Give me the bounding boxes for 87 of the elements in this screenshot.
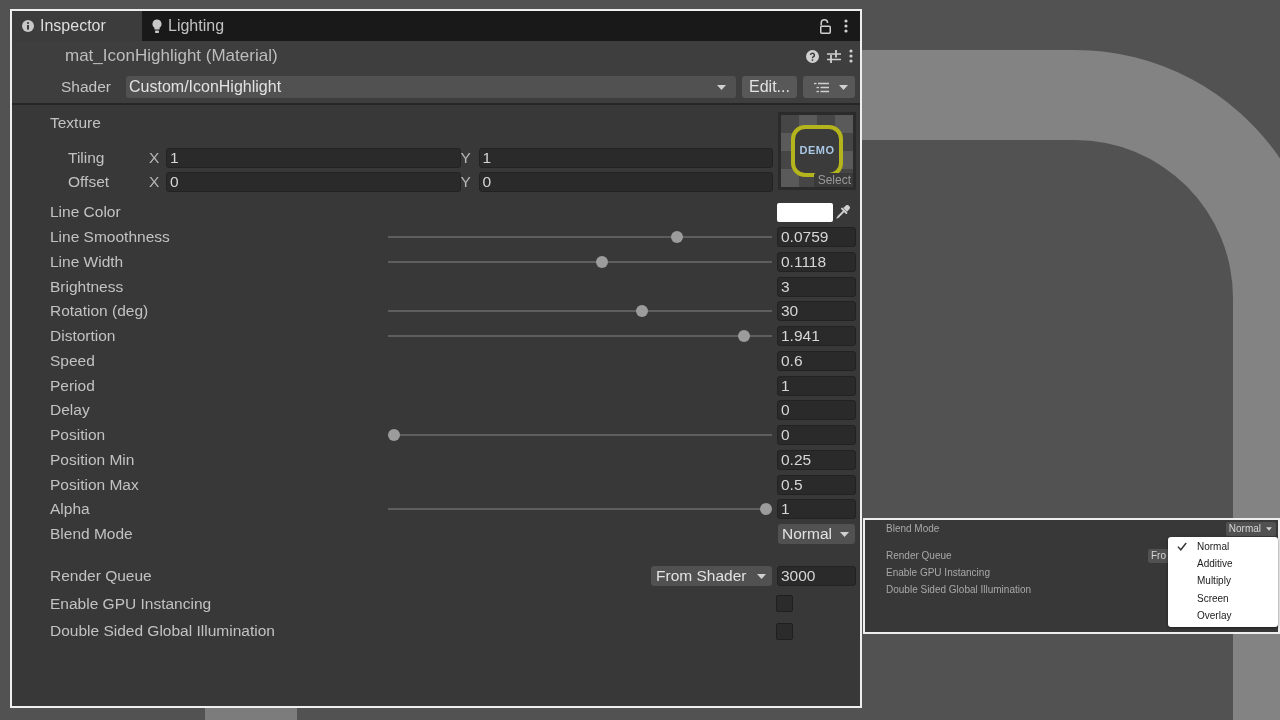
property-label: Line Smoothness <box>50 228 170 247</box>
number-field[interactable]: 0 <box>777 425 856 446</box>
lock-icon[interactable] <box>819 18 831 34</box>
axis-label: Y <box>460 173 471 191</box>
menu-item[interactable]: Overlay <box>1168 607 1278 625</box>
dropdown[interactable]: Fro <box>1148 548 1168 563</box>
more-icon[interactable] <box>849 49 853 63</box>
property-label: Brightness <box>50 277 124 296</box>
number-field[interactable]: 0 <box>166 172 461 192</box>
caret-icon <box>839 84 848 90</box>
checkbox[interactable] <box>776 622 793 640</box>
tab[interactable]: Inspector <box>12 11 142 41</box>
dropdown[interactable]: From Shader <box>651 566 772 586</box>
tab[interactable]: Lighting <box>142 11 272 41</box>
number-field[interactable]: 0.1118 <box>777 251 856 272</box>
slider-thumb[interactable] <box>737 330 750 343</box>
menu-item[interactable]: Multiply <box>1168 572 1278 590</box>
field-label: Shader <box>61 78 112 96</box>
property-label: Position Max <box>50 475 139 494</box>
list-icon <box>814 81 829 93</box>
caret-icon <box>1266 526 1272 531</box>
slider-thumb[interactable] <box>636 305 649 318</box>
menu-item[interactable]: Additive <box>1168 554 1278 573</box>
help-icon[interactable] <box>806 49 819 63</box>
number-field[interactable]: 1.941 <box>777 326 856 347</box>
preview-text: DEMO <box>798 144 836 156</box>
number-field[interactable]: 0 <box>478 172 773 192</box>
property-label: Rotation (deg) <box>50 302 149 321</box>
number-field[interactable]: 3 <box>777 276 856 297</box>
property-label: Double Sided Global Illumination <box>886 584 1032 595</box>
dropdown[interactable]: Normal <box>778 524 855 545</box>
material-title: mat_IconHighlight (Material) <box>65 46 278 66</box>
property-label: Delay <box>50 401 90 420</box>
number-field[interactable]: 3000 <box>777 566 856 586</box>
color-swatch[interactable] <box>777 202 833 222</box>
checkbox[interactable] <box>776 595 793 612</box>
property-label: Enable GPU Instancing <box>50 594 212 613</box>
property-label: Line Color <box>50 203 121 222</box>
number-field[interactable]: 0.6 <box>777 350 856 371</box>
eyedropper-icon[interactable] <box>836 205 850 220</box>
property-label: Speed <box>50 351 95 370</box>
edit-button[interactable]: Edit... <box>742 76 797 98</box>
property-label: Blend Mode <box>886 523 940 534</box>
property-label: Period <box>50 376 95 395</box>
property-label: Double Sided Global Illumination <box>50 622 275 640</box>
property-label: Distortion <box>50 327 116 346</box>
property-label: Enable GPU Instancing <box>886 567 990 578</box>
caret-icon <box>717 84 726 90</box>
number-field[interactable]: 1 <box>166 148 461 168</box>
more-icon[interactable] <box>844 19 848 33</box>
axis-label: Y <box>460 149 471 167</box>
property-label: Position Min <box>50 450 135 469</box>
property-label: Position <box>50 426 106 445</box>
slider-thumb[interactable] <box>670 231 683 244</box>
property-label: Render Queue <box>50 567 152 585</box>
property-label: Offset <box>68 173 110 191</box>
number-field[interactable]: 0.0759 <box>777 227 856 248</box>
property-label: Texture <box>50 113 101 133</box>
slider-thumb[interactable] <box>760 503 772 516</box>
sliders-icon[interactable] <box>827 49 841 63</box>
select-button[interactable]: Select <box>813 173 853 187</box>
number-field[interactable]: 0 <box>777 400 856 421</box>
property-label: Blend Mode <box>50 525 133 544</box>
rounded-square-icon <box>791 125 843 177</box>
slider-thumb[interactable] <box>596 255 609 268</box>
number-field[interactable]: 30 <box>777 301 856 322</box>
shader-dropdown[interactable]: Custom/IconHighlight <box>126 76 736 98</box>
number-field[interactable]: 1 <box>478 148 773 168</box>
caret-icon <box>757 573 766 579</box>
number-field[interactable]: 1 <box>777 375 856 396</box>
menu-item[interactable]: Screen <box>1168 589 1278 608</box>
caret-icon <box>840 531 849 537</box>
info-icon <box>22 20 34 32</box>
slider-thumb[interactable] <box>388 429 400 442</box>
property-label: Line Width <box>50 252 124 271</box>
lightbulb-icon <box>152 19 162 33</box>
number-field[interactable]: 0.25 <box>777 449 856 470</box>
list-menu-button[interactable] <box>803 76 855 98</box>
property-label: Alpha <box>50 500 90 519</box>
number-field[interactable]: 1 <box>777 499 856 520</box>
axis-label: X <box>149 173 160 191</box>
number-field[interactable]: 0.5 <box>777 474 856 495</box>
axis-label: X <box>149 149 160 167</box>
dropdown[interactable]: Normal <box>1225 521 1276 536</box>
texture-thumbnail[interactable]: DEMO Select <box>778 112 856 190</box>
property-label: Tiling <box>68 149 105 167</box>
property-label: Render Queue <box>886 550 952 561</box>
